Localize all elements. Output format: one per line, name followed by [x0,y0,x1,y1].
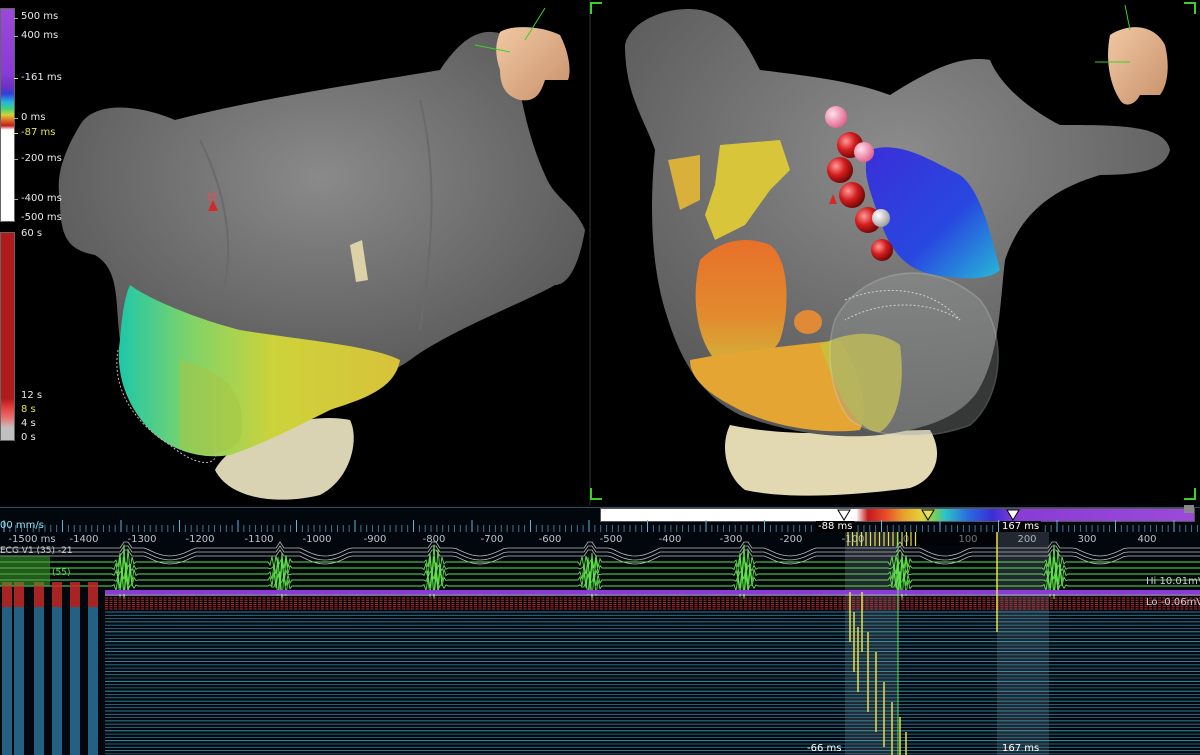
lat-scale-label: 0 ms [21,112,46,123]
lat-scale-label: -200 ms [21,153,62,164]
ecg-trace [0,541,1200,557]
lat-scale-label: 400 ms [21,30,59,41]
view-corner-bracket [1184,2,1196,14]
map-patch-orange [695,240,787,364]
channel-label-block[interactable] [14,607,24,755]
lat-scale-label: -400 ms [21,193,62,204]
bipolar-trace [0,552,1200,585]
lat-band-trace [105,590,1200,594]
colorbar-scroll-handle [1184,505,1194,513]
channel-label-block[interactable] [88,607,98,755]
window-end-bottom-label: 167 ms [1002,743,1040,754]
left-3d-map-view[interactable] [14,0,589,505]
bipolar-trace [0,558,1200,592]
channel-label-block[interactable] [34,607,44,755]
lat-scale-label: 500 ms [21,11,59,22]
time-scale-label: 4 s [21,418,36,429]
hi-voltage-threshold[interactable]: Hi 10.01mV [1146,576,1200,587]
channel-label-block[interactable] [88,582,98,607]
channel-label-block[interactable] [70,607,80,755]
electrogram-traces[interactable] [0,532,1200,755]
anatomical-map-area[interactable]: 500 ms 400 ms -161 ms 0 ms -87 ms -200 m… [0,0,1200,505]
bipolar-trace [0,571,1200,601]
lat-scale-label: -161 ms [21,73,62,83]
right-3d-map-view[interactable] [591,0,1200,505]
time-scale-label: 12 s [21,390,43,401]
ecg-channel-label[interactable]: ECG V1 (35) -21 [0,546,73,556]
sweep-speed-label: 00 mm/s [0,520,44,531]
channel-label-block-green[interactable] [0,556,50,586]
window-start-label: -88 ms [816,521,855,532]
channel-label-block[interactable] [52,582,62,607]
view-corner-bracket [590,2,602,14]
view-corner-bracket [1184,488,1196,500]
time-scale-label: 8 s [21,404,36,415]
view-corner-bracket [590,488,602,500]
channel-label-block[interactable] [70,582,80,607]
lat-scale-label: -500 ms [21,212,62,223]
lat-color-scale[interactable] [0,8,15,222]
lo-voltage-threshold[interactable]: Lo -0.06mV [1146,597,1200,608]
window-start-bottom-label: -66 ms [807,743,842,754]
torso-orientation-icon-right[interactable] [1095,4,1168,105]
mitral-mesh-ring [829,272,999,437]
channel-label-block[interactable] [52,607,62,755]
stim-channel-label[interactable]: (55) [52,568,70,578]
lat-scale-label-upper-window: 161 ms [24,72,62,83]
time-color-scale[interactable] [0,232,15,441]
time-scale-label: 0 s [21,432,36,443]
lat-scale-label-lower-window: -87 ms [21,127,56,138]
window-end-label: 167 ms [1000,521,1042,532]
channel-label-block[interactable] [2,607,12,755]
time-scale-label: 60 s [21,228,43,239]
